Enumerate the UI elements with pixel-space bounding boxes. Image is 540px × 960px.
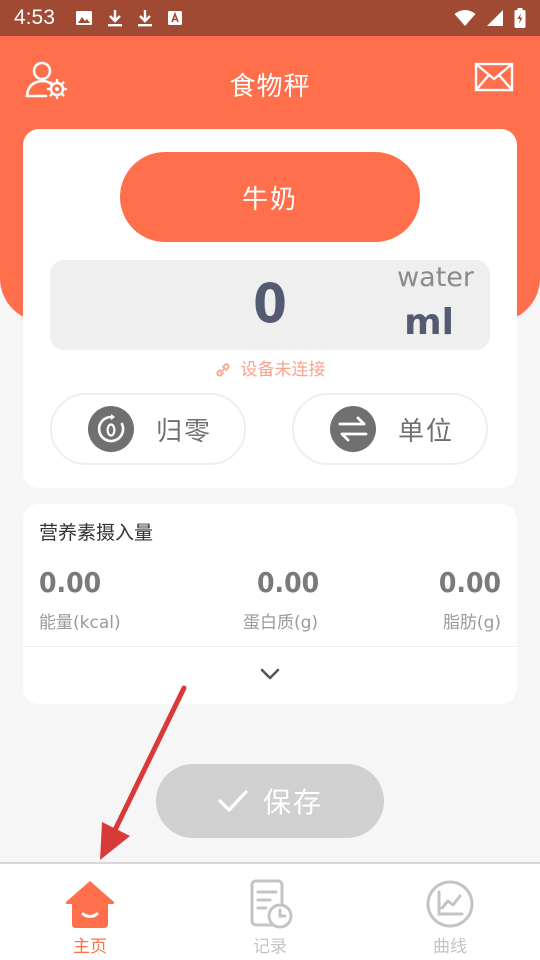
energy-label: 能量(kcal) [39,613,121,633]
tab-record[interactable]: 记录 [210,878,330,957]
tab-home[interactable]: 主页 [30,878,150,957]
swap-icon [330,406,376,452]
record-icon [250,879,293,929]
food-select-button[interactable]: 牛奶 [120,152,420,242]
tab-curve-label: 曲线 [433,937,467,957]
image-icon [75,11,92,25]
tab-record-label: 记录 [253,937,287,957]
chart-icon [426,880,474,928]
protein-label: 蛋白质(g) [243,613,319,633]
fat-label: 脂肪(g) [442,613,501,633]
wifi-icon [454,10,476,26]
fat-value: 0.00 [438,566,501,599]
energy-value: 0.00 [39,566,102,599]
download-icon [137,10,152,27]
message-button[interactable] [474,62,514,94]
bottom-tab-bar: 主页 记录 曲线 [0,862,540,960]
save-button-label: 保存 [262,786,323,819]
unit-button-label: 单位 [398,416,455,447]
check-icon [218,790,248,812]
a-icon [167,11,182,25]
connection-status-text: 设备未连接 [240,360,326,380]
tab-home-label: 主页 [73,937,107,957]
weight-display: 0 water ml [50,260,490,350]
nutrition-title: 营养素摄入量 [39,522,154,544]
protein-value: 0.00 [257,566,320,599]
signal-icon [487,10,503,26]
save-button[interactable]: 保存 [156,764,384,838]
nutrition-card: 营养素摄入量 0.00 能量(kcal) 0.00 蛋白质(g) 0.00 脂肪… [23,504,517,704]
scale-card: 牛奶 0 water ml 设备未连接 归零 单位 [23,129,517,488]
connection-status[interactable]: 设备未连接 [23,355,517,380]
unit-button[interactable]: 单位 [292,393,488,465]
unit-label: ml [404,302,454,343]
zero-button[interactable]: 归零 [50,393,246,465]
medium-label: water [397,262,474,293]
divider [23,646,517,647]
status-time: 4:53 [14,6,55,29]
tab-curve[interactable]: 曲线 [390,878,510,957]
download-icon [107,10,122,27]
zero-button-label: 归零 [156,416,213,447]
home-icon [65,881,115,928]
zero-icon [88,406,134,452]
status-bar: 4:53 [0,0,540,36]
page-title: 食物秤 [229,72,311,102]
chevron-down-icon[interactable] [258,666,282,682]
battery-charging-icon [514,8,526,28]
link-icon [215,363,230,377]
mail-icon [474,62,514,92]
